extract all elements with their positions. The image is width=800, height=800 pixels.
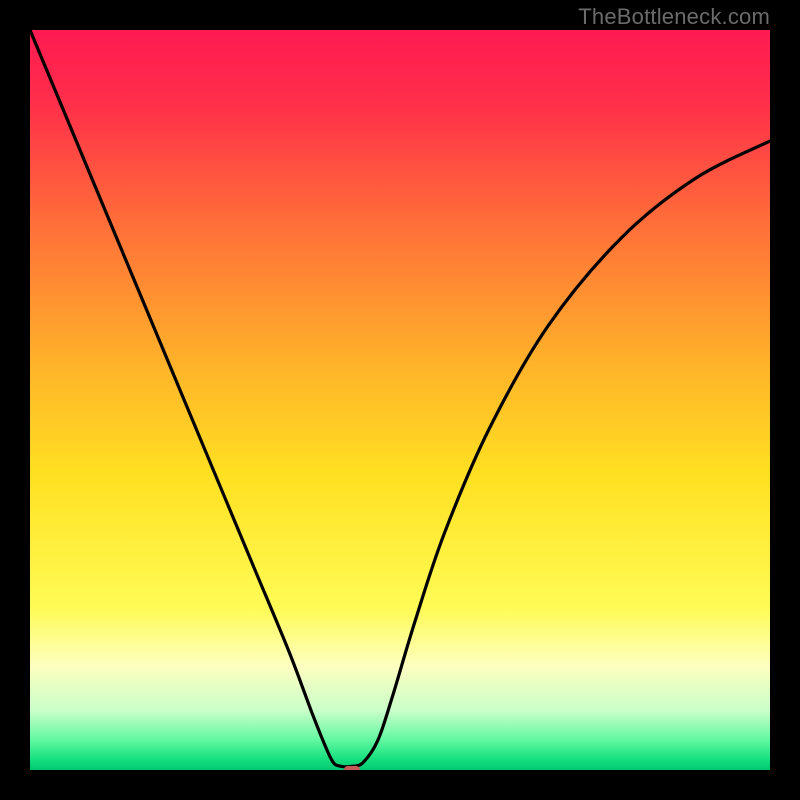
curve-layer (30, 30, 770, 770)
optimal-marker (344, 766, 360, 770)
chart-frame: TheBottleneck.com (0, 0, 800, 800)
plot-area (30, 30, 770, 770)
bottleneck-curve (30, 30, 770, 767)
watermark-text: TheBottleneck.com (578, 4, 770, 30)
